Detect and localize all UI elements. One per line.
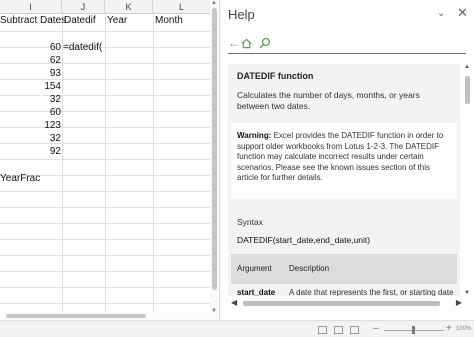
warning-label: Warning: xyxy=(237,131,272,140)
help-pane-title: Help xyxy=(228,7,255,22)
page-break-view-icon[interactable] xyxy=(350,326,359,334)
column-header-description: Description xyxy=(289,264,330,273)
column-header-j[interactable]: J xyxy=(62,0,105,14)
zoom-out-icon[interactable]: – xyxy=(373,323,379,334)
scrollbar-thumb[interactable] xyxy=(465,76,470,104)
arrow-left-icon[interactable]: ← xyxy=(228,36,240,50)
cell-header-month[interactable]: Month xyxy=(155,13,183,29)
zoom-level[interactable]: 100% xyxy=(456,326,471,332)
column-header-i[interactable]: I xyxy=(0,0,62,14)
chevron-down-icon[interactable]: ⌄ xyxy=(437,8,445,19)
normal-view-icon[interactable] xyxy=(318,326,327,334)
cell-header-year[interactable]: Year xyxy=(107,13,127,29)
spreadsheet-grid[interactable]: I J K L Subtract Dates Datedif Year Mont… xyxy=(0,0,210,315)
column-headers: I J K L xyxy=(0,0,210,14)
table-cell-description: A date that represents the first, or sta… xyxy=(289,288,454,296)
scroll-down-icon[interactable]: ▼ xyxy=(464,290,470,296)
cell-formula-edit[interactable]: =datedif( xyxy=(63,40,102,56)
page-layout-view-icon[interactable] xyxy=(334,326,343,334)
table-cell-argument: start_date xyxy=(237,288,276,296)
scroll-right-icon[interactable]: ▶ xyxy=(456,298,462,307)
article-title: DATEDIF function xyxy=(237,71,314,81)
cell-value[interactable]: 92 xyxy=(0,144,61,160)
cell-header-datedif[interactable]: Datedif xyxy=(64,13,96,29)
zoom-in-icon[interactable]: + xyxy=(446,323,452,334)
zoom-slider-knob[interactable] xyxy=(412,326,415,334)
help-horizontal-scrollbar[interactable]: ◀ ▶ xyxy=(231,298,464,308)
syntax-heading: Syntax xyxy=(237,217,263,227)
scroll-up-icon[interactable]: ▲ xyxy=(211,0,217,7)
column-header-k[interactable]: K xyxy=(105,0,153,14)
column-header-l[interactable]: L xyxy=(153,0,210,14)
home-icon[interactable] xyxy=(241,38,252,49)
scrollbar-thumb[interactable] xyxy=(212,8,217,290)
article-description: Calculates the number of days, months, o… xyxy=(237,90,420,111)
scroll-up-icon[interactable]: ▲ xyxy=(464,64,470,70)
sheet-horizontal-scrollbar[interactable] xyxy=(0,312,219,320)
search-icon[interactable] xyxy=(259,37,271,49)
warning-box: Warning: Excel provides the DATEDIF func… xyxy=(231,123,457,199)
scroll-left-icon[interactable]: ◀ xyxy=(231,298,237,307)
syntax-value: DATEDIF(start_date,end_date,unit) xyxy=(237,235,371,245)
table-header: Argument Description xyxy=(231,254,457,284)
help-article: DATEDIF function Calculates the number o… xyxy=(228,64,460,296)
status-bar: – + 100% xyxy=(0,320,474,337)
help-toolbar: ← xyxy=(228,36,466,54)
cell-header-subtract-dates[interactable]: Subtract Dates xyxy=(0,13,66,29)
scrollbar-thumb[interactable] xyxy=(6,314,146,318)
cell-yearfrac-label[interactable]: YearFrac xyxy=(0,171,40,187)
arguments-table: Argument Description start_date A date t… xyxy=(231,254,457,296)
close-icon[interactable]: ✕ xyxy=(457,5,468,21)
column-header-argument: Argument xyxy=(237,264,272,273)
scrollbar-thumb[interactable] xyxy=(243,301,440,306)
help-vertical-scrollbar[interactable]: ▲ ▼ xyxy=(464,64,472,296)
help-pane: Help ⌄ ✕ ← DATEDIF function Calculates t… xyxy=(219,0,474,320)
sheet-vertical-scrollbar[interactable]: ▲ ▼ xyxy=(210,0,219,315)
warning-text: Warning: Excel provides the DATEDIF func… xyxy=(237,131,449,184)
